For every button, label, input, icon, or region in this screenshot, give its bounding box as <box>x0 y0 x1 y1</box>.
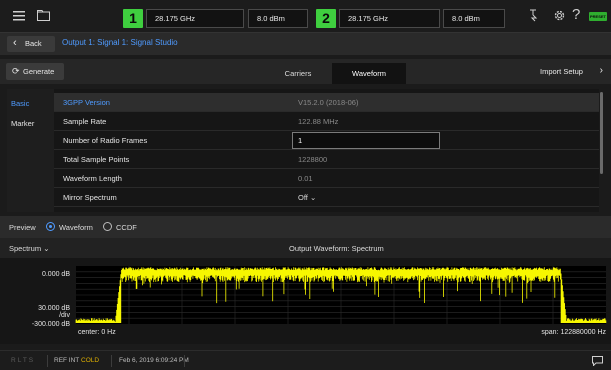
scale-unit-label: /div <box>59 312 70 319</box>
spectrum-bar: Spectrum ⌄ Output Waveform: Spectrum <box>0 238 611 258</box>
status-bar: RLTS REF INT COLD Feb 6, 2019 6:09:24 PM <box>0 350 611 370</box>
folder-icon[interactable] <box>37 9 50 23</box>
table-row[interactable]: Sample Rate 122.88 MHz <box>54 112 599 131</box>
view-select-dropdown[interactable]: Spectrum ⌄ <box>9 244 50 253</box>
action-row: ⟳ Generate Carriers Waveform Import Setu… <box>0 59 611 84</box>
span-label: span: 122880000 Hz <box>541 329 606 336</box>
param-value: 1228800 <box>298 155 328 164</box>
left-nav: Basic Marker <box>7 89 54 212</box>
gear-icon[interactable] <box>553 9 566 24</box>
param-label: Waveform Length <box>63 174 122 183</box>
spectrum-chart-svg: 0.000 dB 30.000 dB /div -300.000 dB cent… <box>32 266 606 336</box>
cold-status-badge: COLD <box>81 357 100 364</box>
back-button[interactable]: ‹ Back <box>7 36 55 52</box>
bottom-level-label: -300.000 dB <box>32 321 70 328</box>
param-label: Sample Rate <box>63 117 107 126</box>
chevron-right-icon: › <box>599 65 603 76</box>
back-label: Back <box>25 39 42 48</box>
table-row[interactable]: 3GPP Version V15.2.0 (2018-06) <box>54 93 599 112</box>
breadcrumb[interactable]: Output 1: Signal 1: Signal Studio <box>62 38 178 47</box>
ccdf-radio-label[interactable]: CCDF <box>116 223 137 232</box>
chevron-down-icon: ⌄ <box>43 244 50 253</box>
nav-item-basic[interactable]: Basic <box>11 99 29 108</box>
ccdf-radio[interactable] <box>103 222 112 231</box>
refresh-icon: ⟳ <box>12 66 20 76</box>
generate-button[interactable]: ⟳ Generate <box>6 63 64 80</box>
help-icon[interactable]: ? <box>572 7 580 22</box>
spectrum-plot: 0.000 dB 30.000 dB /div -300.000 dB cent… <box>0 258 611 344</box>
view-select-value: Spectrum <box>9 244 42 253</box>
tab-waveform[interactable]: Waveform <box>332 63 406 84</box>
chevron-left-icon: ‹ <box>13 37 17 49</box>
table-row[interactable]: Number of Radio Frames 1 <box>54 131 599 150</box>
message-icon[interactable] <box>592 356 603 368</box>
preview-label: Preview <box>9 223 36 232</box>
table-row[interactable]: Mirror Spectrum Off ⌄ <box>54 188 599 207</box>
param-value: V15.2.0 (2018-06) <box>298 98 359 107</box>
param-label: Number of Radio Frames <box>63 136 148 145</box>
dropdown-value: Off <box>298 193 308 202</box>
channel-2-power-field[interactable]: 8.0 dBm <box>443 9 505 28</box>
table-scrollbar[interactable] <box>600 92 603 174</box>
hamburger-menu-icon[interactable] <box>13 9 25 23</box>
preset-button[interactable]: PRESET <box>589 12 607 21</box>
import-setup-button[interactable]: Import Setup › <box>540 63 606 80</box>
param-label: 3GPP Version <box>63 98 110 107</box>
center-frequency-label: center: 0 Hz <box>78 329 116 336</box>
waveform-radio-label[interactable]: Waveform <box>59 223 93 232</box>
channel-2-indicator[interactable]: 2 <box>316 9 336 28</box>
breadcrumb-bar: ‹ Back Output 1: Signal 1: Signal Studio <box>0 33 611 55</box>
channel-2-frequency-field[interactable]: 28.175 GHz <box>339 9 440 28</box>
channel-1-power-field[interactable]: 8.0 dBm <box>248 9 308 28</box>
import-setup-label: Import Setup <box>540 67 583 76</box>
status-divider <box>184 355 185 367</box>
tab-carriers[interactable]: Carriers <box>258 63 338 84</box>
ref-status: REF INT <box>54 357 80 364</box>
param-label: Total Sample Points <box>63 155 130 164</box>
param-value: 0.01 <box>298 174 313 183</box>
top-bar: 1 28.175 GHz 8.0 dBm 2 28.175 GHz 8.0 dB… <box>0 0 611 33</box>
chevron-down-icon: ⌄ <box>309 193 317 202</box>
trigger-icon[interactable] <box>529 9 539 24</box>
status-datetime: Feb 6, 2019 6:09:24 PM <box>119 357 189 364</box>
param-label: Mirror Spectrum <box>63 193 117 202</box>
status-divider <box>111 355 112 367</box>
table-row[interactable]: Waveform Length 0.01 <box>54 169 599 188</box>
preview-bar: Preview Waveform CCDF <box>0 216 611 238</box>
waveform-radio[interactable] <box>46 222 55 231</box>
radio-frames-input[interactable]: 1 <box>292 132 440 149</box>
status-divider <box>47 355 48 367</box>
chart-title: Output Waveform: Spectrum <box>289 244 384 253</box>
param-value: 122.88 MHz <box>298 117 339 126</box>
nav-item-marker[interactable]: Marker <box>11 119 34 128</box>
mirror-spectrum-dropdown[interactable]: Off ⌄ <box>298 193 316 202</box>
generate-label: Generate <box>23 67 55 76</box>
parameter-table: 3GPP Version V15.2.0 (2018-06) Sample Ra… <box>54 89 599 212</box>
ref-level-label: 0.000 dB <box>42 271 70 278</box>
table-row[interactable]: Total Sample Points 1228800 <box>54 150 599 169</box>
rlts-logo: RLTS <box>11 357 36 364</box>
scale-label: 30.000 dB <box>38 305 70 312</box>
channel-1-frequency-field[interactable]: 28.175 GHz <box>146 9 244 28</box>
channel-1-indicator[interactable]: 1 <box>123 9 143 28</box>
